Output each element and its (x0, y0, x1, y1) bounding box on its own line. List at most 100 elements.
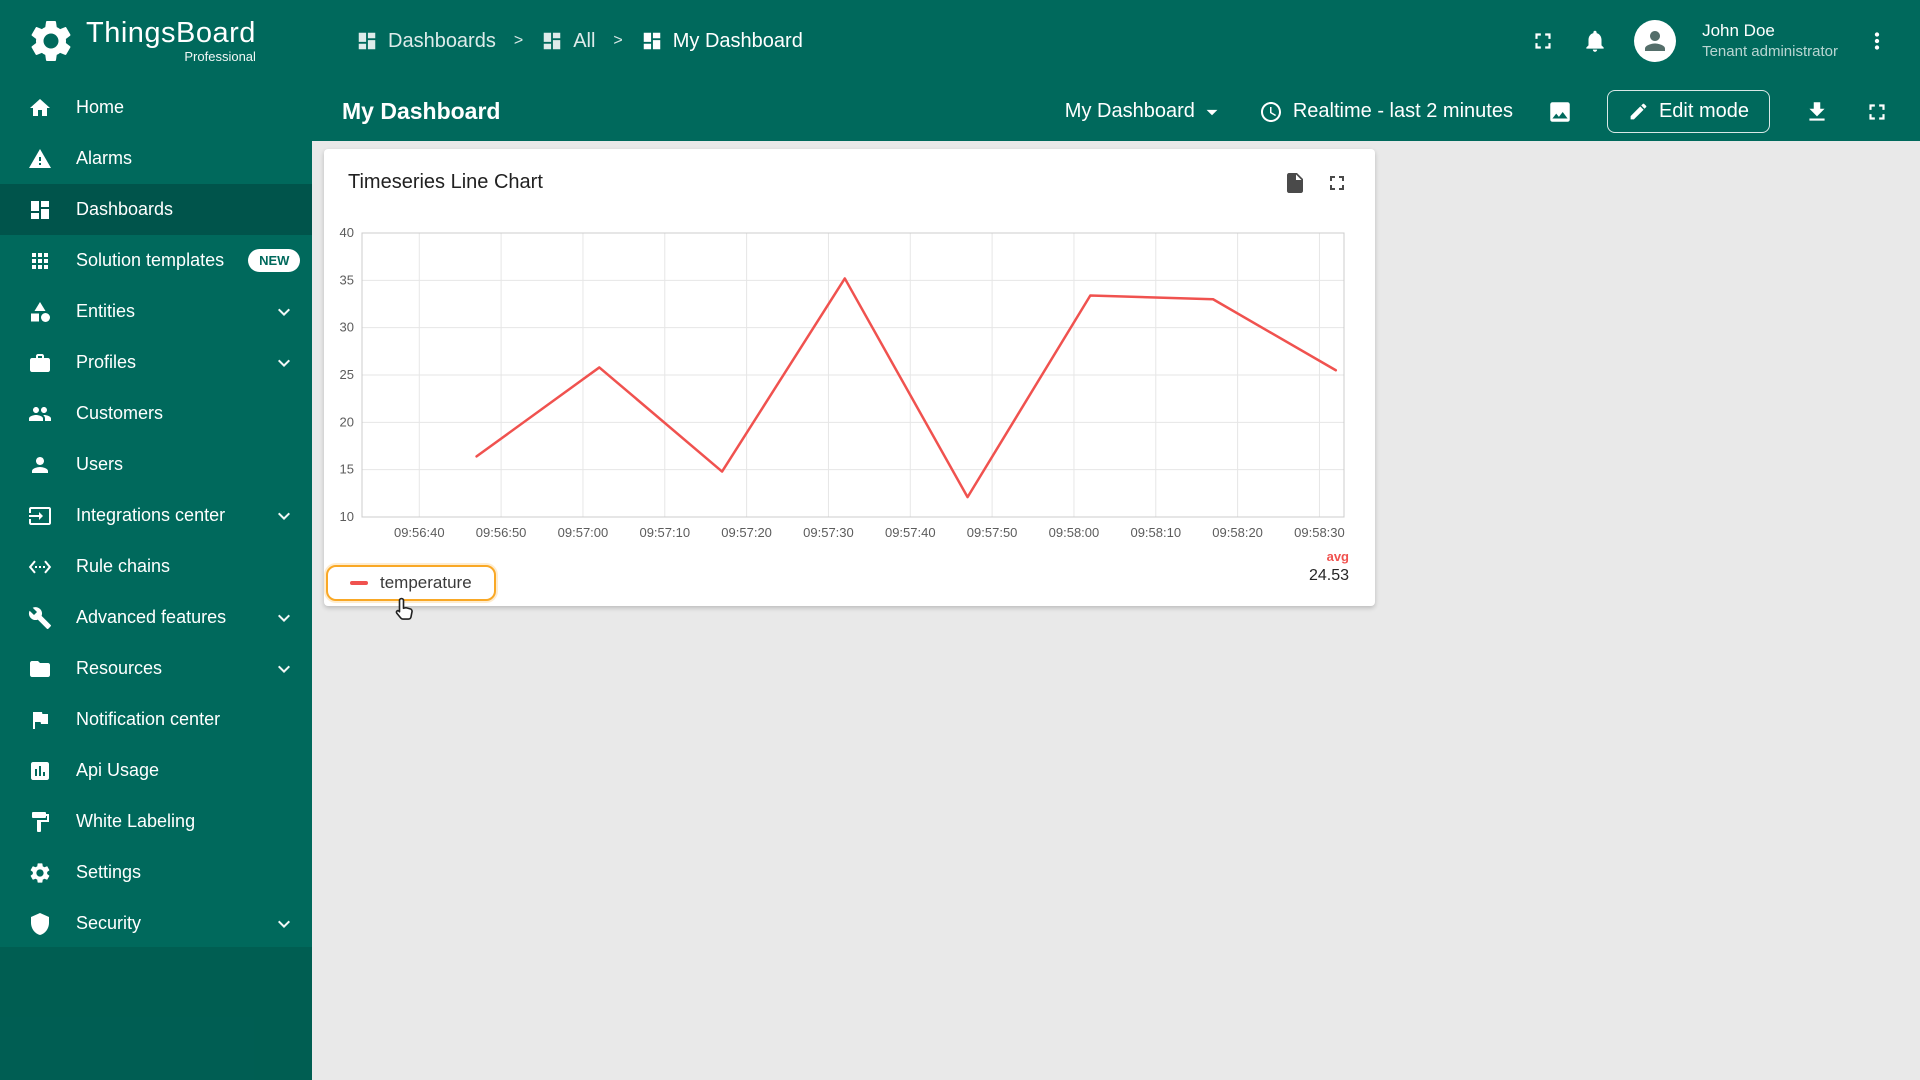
timeseries-line-chart: 10 15 20 25 30 35 40 09:56:40 09:56:50 09:57:00 09… (340, 227, 1345, 540)
white-labeling-icon (28, 810, 52, 834)
svg-text:09:57:20: 09:57:20 (721, 525, 772, 540)
dashboard-toolbar: My Dashboard My Dashboard Realtime - las… (312, 82, 1920, 141)
dashboards-icon (641, 30, 663, 52)
fullscreen-icon (1530, 28, 1556, 54)
sidebar-menu: Home Alarms Dashboards Solution template… (0, 82, 312, 949)
widget-fullscreen-button[interactable] (1325, 171, 1349, 195)
sidebar-item-advanced-features[interactable]: Advanced features (0, 592, 312, 643)
breadcrumb-label: All (573, 29, 596, 52)
image-icon (1547, 99, 1573, 125)
sidebar-item-entities[interactable]: Entities (0, 286, 312, 337)
svg-text:09:58:30: 09:58:30 (1294, 525, 1345, 540)
sidebar-item-white-labeling[interactable]: White Labeling (0, 796, 312, 847)
avatar[interactable] (1634, 20, 1677, 62)
breadcrumb-item-my-dashboard[interactable]: My Dashboard (641, 30, 803, 53)
user-info[interactable]: John Doe Tenant administrator (1702, 20, 1838, 62)
sidebar-item-dashboards[interactable]: Dashboards (0, 184, 312, 235)
entities-icon (28, 300, 52, 324)
alarm-icon (28, 147, 52, 171)
dashboard-select[interactable]: My Dashboard (1065, 99, 1225, 125)
sidebar-item-label: Resources (76, 658, 163, 678)
bell-icon (1582, 28, 1608, 54)
chevron-down-icon (272, 300, 296, 324)
advanced-icon (28, 606, 52, 630)
breadcrumb-label: Dashboards (388, 29, 496, 52)
brand-name: ThingsBoard (86, 17, 256, 50)
toolbar-fullscreen-button[interactable] (1864, 99, 1890, 125)
sidebar-item-rule-chains[interactable]: Rule chains (0, 541, 312, 592)
svg-text:09:57:40: 09:57:40 (885, 525, 936, 540)
sidebar-item-label: Notification center (76, 709, 221, 729)
caret-down-icon (1199, 99, 1225, 125)
widget-header: Timeseries Line Chart (324, 149, 1375, 195)
sidebar-item-label: Api Usage (76, 760, 160, 780)
breadcrumb: Dashboards > All > My Dashboard (356, 30, 803, 53)
more-menu-button[interactable] (1864, 28, 1890, 54)
legend-item-temperature[interactable]: temperature (326, 565, 496, 601)
dashboards-icon (28, 198, 52, 222)
sidebar-item-label: Security (76, 913, 142, 933)
svg-text:40: 40 (340, 227, 354, 240)
svg-text:09:58:20: 09:58:20 (1212, 525, 1263, 540)
svg-text:09:56:40: 09:56:40 (394, 525, 445, 540)
settings-icon (28, 861, 52, 885)
svg-text:09:58:10: 09:58:10 (1130, 525, 1181, 540)
sidebar-item-label: Advanced features (76, 607, 227, 627)
edit-mode-label: Edit mode (1658, 100, 1749, 122)
breadcrumb-item-all[interactable]: All (541, 30, 595, 53)
sidebar-item-label: Home (76, 97, 125, 117)
integrations-icon (28, 504, 52, 528)
dashboards-icon (356, 30, 378, 52)
fullscreen-icon (1325, 171, 1349, 195)
timewindow-button[interactable]: Realtime - last 2 minutes (1259, 100, 1513, 124)
svg-text:15: 15 (340, 462, 354, 477)
sidebar-item-label: Settings (76, 862, 142, 882)
svg-text:10: 10 (340, 509, 354, 524)
fullscreen-button[interactable] (1530, 28, 1556, 54)
dashboard-image-button[interactable] (1547, 99, 1573, 125)
widget-export-button[interactable] (1283, 171, 1307, 195)
sidebar-item-solution-templates[interactable]: Solution templates NEW (0, 235, 312, 286)
sidebar-item-home[interactable]: Home (0, 82, 312, 133)
sidebar-item-settings[interactable]: Settings (0, 847, 312, 898)
sidebar-item-label: Solution templates (76, 250, 225, 270)
svg-text:09:57:00: 09:57:00 (558, 525, 609, 540)
clock-icon (1259, 100, 1283, 124)
sidebar-item-api-usage[interactable]: Api Usage (0, 745, 312, 796)
chevron-down-icon (272, 351, 296, 375)
svg-text:20: 20 (340, 414, 354, 429)
legend-label: temperature (380, 573, 472, 592)
dashboard-select-value: My Dashboard (1064, 100, 1195, 122)
sidebar-item-notification-center[interactable]: Notification center (0, 694, 312, 745)
sidebar-item-security[interactable]: Security (0, 898, 312, 949)
sidebar-item-label: Integrations center (76, 505, 226, 525)
breadcrumb-separator: > (513, 32, 524, 49)
sidebar-footer-shade (0, 947, 312, 1080)
page-title: My Dashboard (342, 98, 501, 124)
svg-text:35: 35 (340, 272, 354, 287)
sidebar-item-customers[interactable]: Customers (0, 388, 312, 439)
breadcrumb-item-dashboards[interactable]: Dashboards (356, 30, 496, 53)
user-icon (28, 453, 52, 477)
edit-pencil-icon (1628, 101, 1649, 122)
sidebar-item-integrations-center[interactable]: Integrations center (0, 490, 312, 541)
widget-title: Timeseries Line Chart (348, 171, 543, 193)
sidebar-item-users[interactable]: Users (0, 439, 312, 490)
sidebar-item-label: Entities (76, 301, 136, 321)
security-icon (28, 912, 52, 936)
thingsboard-logo[interactable]: ThingsBoard Professional (0, 0, 312, 82)
rule-chains-icon (28, 555, 52, 579)
top-header: Dashboards > All > My Dashboard John Doe… (312, 0, 1920, 82)
sidebar-item-alarms[interactable]: Alarms (0, 133, 312, 184)
edit-mode-button[interactable]: Edit mode (1606, 90, 1770, 133)
user-name: John Doe (1702, 21, 1775, 41)
notifications-button[interactable] (1582, 28, 1608, 54)
breadcrumb-label: My Dashboard (672, 29, 803, 52)
timeseries-widget: Timeseries Line Chart 10 15 20 25 30 35 40 09:5… (324, 149, 1375, 606)
more-vert-icon (1864, 28, 1890, 54)
svg-text:09:56:50: 09:56:50 (476, 525, 527, 540)
sidebar-item-profiles[interactable]: Profiles (0, 337, 312, 388)
export-dashboard-button[interactable] (1804, 99, 1830, 125)
resources-icon (28, 657, 52, 681)
sidebar-item-resources[interactable]: Resources (0, 643, 312, 694)
